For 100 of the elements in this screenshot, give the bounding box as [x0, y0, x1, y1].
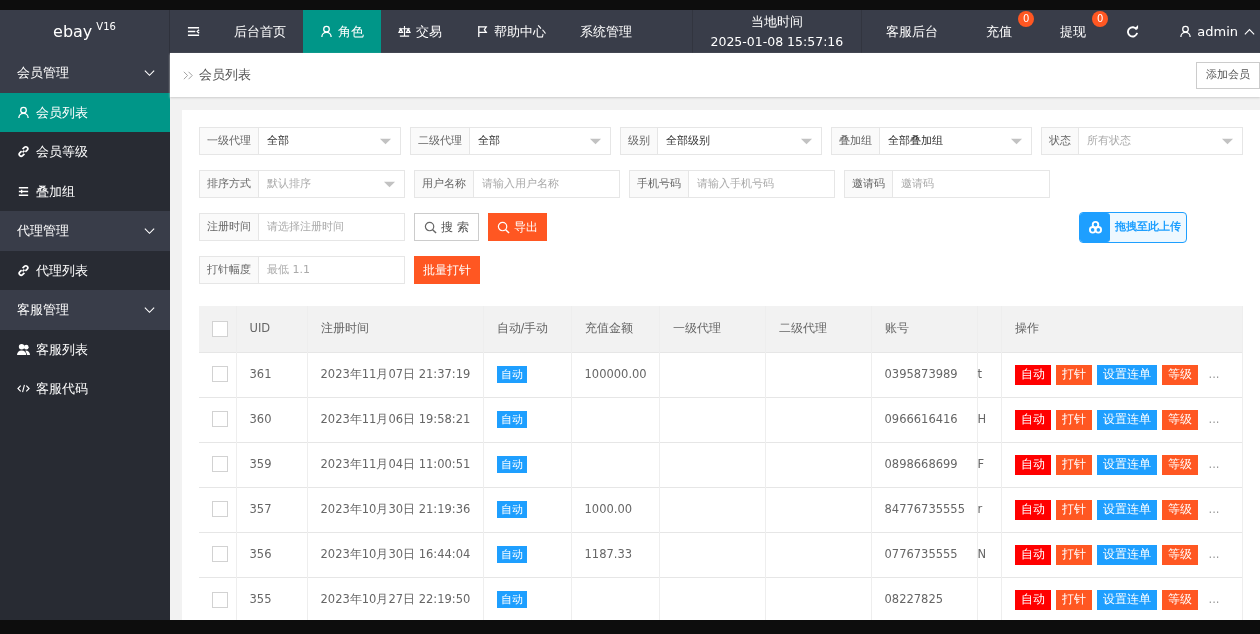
table-cell: 355	[249, 592, 272, 607]
link-icon	[17, 145, 30, 159]
sidebar-item[interactable]: 代理列表	[0, 250, 170, 290]
clock-time: 2025-01-08 15:57:16	[710, 32, 844, 51]
nav-tab[interactable]: 系统管理	[563, 10, 649, 53]
action-button[interactable]: 等级	[1161, 454, 1198, 475]
more-button[interactable]: ...	[1202, 499, 1226, 520]
action-button[interactable]: 设置连单	[1096, 499, 1157, 520]
menu-icon	[187, 25, 200, 38]
action-button[interactable]: 等级	[1161, 499, 1198, 520]
action-button[interactable]: 设置连单	[1096, 544, 1157, 565]
sidebar-group[interactable]: 会员管理	[0, 53, 170, 93]
batch-button[interactable]: 批量打针	[414, 256, 480, 284]
more-button[interactable]: ...	[1202, 409, 1226, 430]
nav-tab[interactable]: 角色	[303, 10, 381, 53]
nav-link[interactable]: 提现 0	[1036, 10, 1111, 53]
action-button[interactable]: 自动	[1014, 544, 1051, 565]
action-button[interactable]: 打针	[1055, 499, 1092, 520]
table-cell: 2023年11月06日 19:58:21	[320, 411, 471, 426]
more-button[interactable]: ...	[1202, 364, 1226, 385]
action-button[interactable]: 设置连单	[1096, 409, 1157, 430]
nav-tab[interactable]: 交易	[381, 10, 459, 53]
nav-link[interactable]: 客服后台	[862, 10, 963, 53]
table-cell: H	[977, 411, 987, 426]
action-button[interactable]: 打针	[1055, 454, 1092, 475]
table-cell: 0966616416	[884, 411, 958, 426]
input-group[interactable]: 手机号码 请输入手机号码	[629, 170, 835, 198]
input-group[interactable]: 用户名称 请输入用户名称	[414, 170, 620, 198]
add-button[interactable]: 添加会员	[1196, 61, 1260, 89]
table-cell: 0395873989	[884, 366, 958, 381]
table-cell: 361	[249, 366, 272, 381]
action-button[interactable]: 自动	[1014, 589, 1051, 610]
more-button[interactable]: ...	[1202, 544, 1226, 565]
more-button[interactable]: ...	[1202, 454, 1226, 475]
nav-tab[interactable]: 帮助中心	[459, 10, 563, 53]
checkbox[interactable]	[212, 456, 228, 473]
table-cell: 2023年11月04日 11:00:51	[320, 456, 471, 471]
column-header: 操作	[1014, 321, 1039, 336]
refresh-icon	[1126, 25, 1140, 38]
action-button[interactable]: 打针	[1055, 544, 1092, 565]
mode-tag: 自动	[496, 591, 527, 608]
search-icon	[424, 220, 437, 234]
sidebar-group[interactable]: 客服管理	[0, 290, 170, 330]
nav-tab[interactable]: 后台首页	[217, 10, 303, 53]
action-button[interactable]: 等级	[1161, 589, 1198, 610]
link-icon	[17, 263, 30, 277]
checkbox[interactable]	[212, 591, 228, 608]
sidebar-item[interactable]: 叠加组	[0, 171, 170, 211]
upload-button[interactable]: 拖拽至此上传	[1079, 211, 1187, 243]
action-button[interactable]: 设置连单	[1096, 589, 1157, 610]
checkbox[interactable]	[212, 320, 228, 337]
sidebar-item[interactable]: 会员列表	[0, 92, 170, 132]
export-button[interactable]: 导出	[487, 213, 547, 241]
input-group[interactable]: 邀请码 邀请码	[844, 170, 1050, 198]
action-button[interactable]: 等级	[1161, 364, 1198, 385]
action-button[interactable]: 打针	[1055, 409, 1092, 430]
more-button[interactable]: ...	[1202, 589, 1226, 610]
users-icon	[17, 342, 30, 356]
column-header: 账号	[884, 321, 909, 336]
input-group[interactable]: 注册时间 请选择注册时间	[199, 213, 405, 241]
action-button[interactable]: 设置连单	[1096, 454, 1157, 475]
user-icon	[1179, 25, 1193, 38]
table-cell: 2023年10月27日 22:19:50	[320, 592, 471, 607]
mode-tag: 自动	[496, 365, 527, 383]
table-cell: 08227825	[884, 592, 944, 607]
sidebar-item[interactable]: 会员等级	[0, 132, 170, 172]
input-group[interactable]: 打针幅度 最低 1.1	[199, 256, 405, 284]
table-cell: 100000.00	[584, 366, 647, 381]
checkbox[interactable]	[212, 501, 228, 518]
action-button[interactable]: 等级	[1161, 544, 1198, 565]
user-icon	[320, 25, 333, 38]
action-button[interactable]: 打针	[1055, 589, 1092, 610]
action-button[interactable]: 设置连单	[1096, 364, 1157, 385]
search-button[interactable]: 搜 索	[414, 213, 479, 241]
table-cell: 1000.00	[584, 501, 633, 516]
table-cell: r	[977, 501, 983, 516]
action-button[interactable]: 自动	[1014, 454, 1051, 475]
table-cell: 0776735555	[884, 546, 958, 561]
table-cell: 357	[249, 501, 272, 516]
nav-link[interactable]: 充值 0	[962, 10, 1037, 53]
checkbox[interactable]	[212, 411, 228, 428]
action-button[interactable]: 等级	[1161, 409, 1198, 430]
field-label: 用户名称	[415, 171, 474, 197]
count-badge: 0	[1018, 11, 1035, 27]
user-menu[interactable]: admin	[1155, 10, 1260, 53]
sidebar-group[interactable]: 代理管理	[0, 211, 170, 251]
flag-icon	[476, 25, 489, 38]
action-button[interactable]: 自动	[1014, 364, 1051, 385]
checkbox[interactable]	[212, 366, 228, 383]
clock-label: 当地时间	[750, 12, 803, 31]
sidebar-item[interactable]: 客服代码	[0, 369, 170, 409]
count-badge: 0	[1092, 11, 1109, 27]
user-icon	[17, 105, 30, 119]
column-header: 充值金额	[584, 321, 633, 336]
action-button[interactable]: 打针	[1055, 364, 1092, 385]
table-cell: 356	[249, 546, 272, 561]
action-button[interactable]: 自动	[1014, 409, 1051, 430]
sidebar-item[interactable]: 客服列表	[0, 329, 170, 369]
action-button[interactable]: 自动	[1014, 499, 1051, 520]
checkbox[interactable]	[212, 546, 228, 563]
